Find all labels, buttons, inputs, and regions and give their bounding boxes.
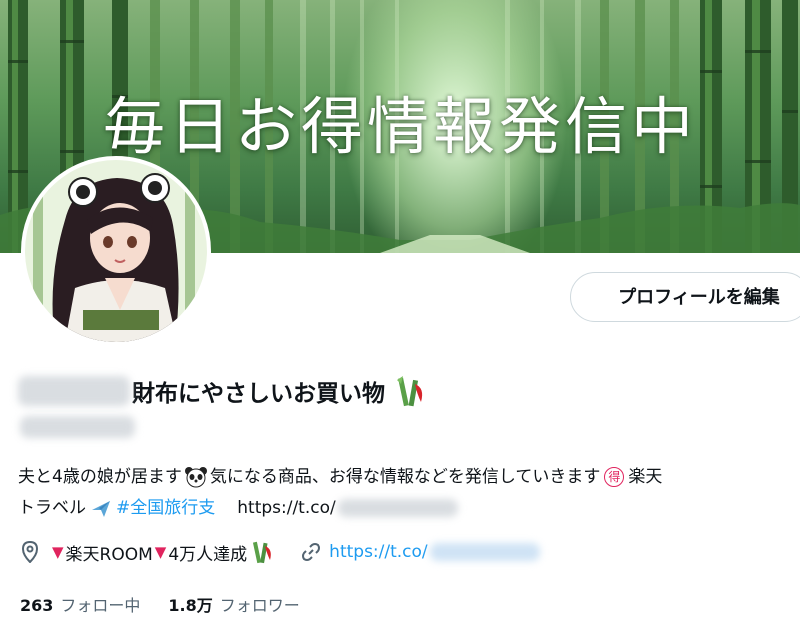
location-pin-icon	[20, 540, 40, 564]
location-text-2: 4万人達成	[168, 544, 248, 565]
profile-bio: 夫と4歳の娘が居ます 気になる商品、お得な情報などを発信していきます 得 楽天 …	[18, 461, 800, 523]
anime-girl-panda-avatar-image	[25, 160, 207, 342]
location-text: 楽天ROOM	[65, 544, 153, 565]
website-link[interactable]: https://t.co/	[329, 542, 427, 562]
heart-icon: ▼	[52, 543, 64, 561]
followers-label: フォロワー	[219, 596, 300, 615]
followers-stat[interactable]: 1.8万 フォロワー	[168, 592, 299, 616]
bio-text-1: 夫と4歳の娘が居ます	[18, 466, 182, 487]
bamboo-emoji-icon	[249, 540, 275, 564]
toku-badge-icon: 得	[604, 466, 625, 487]
bio-text-4: トラベル	[18, 497, 86, 518]
following-stat[interactable]: 263 フォロー中	[20, 592, 140, 616]
profile-meta: ▼ 楽天ROOM ▼ 4万人達成 https://t.co/	[20, 537, 540, 567]
redacted-name-prefix	[18, 376, 130, 406]
bio-line-1: 夫と4歳の娘が居ます 気になる商品、お得な情報などを発信していきます 得 楽天	[18, 461, 800, 492]
panda-emoji-icon	[184, 466, 208, 488]
profile-name: 財布にやさしいお買い物	[18, 372, 429, 410]
redacted-handle	[20, 416, 135, 438]
airplane-emoji-icon	[90, 497, 112, 519]
bamboo-emoji-icon	[393, 374, 429, 408]
bio-line-2: トラベル #全国旅行支 https://t.co/	[18, 492, 800, 523]
bio-url-link[interactable]: https://t.co/	[237, 493, 335, 523]
bio-text-3: 楽天	[628, 466, 663, 487]
following-count: 263	[20, 596, 54, 615]
redacted-website	[429, 543, 540, 561]
banner-title: 毎日お得情報発信中	[102, 90, 697, 163]
followers-count: 1.8万	[168, 596, 213, 615]
redacted-url	[337, 498, 458, 517]
hashtag-link[interactable]: #全国旅行支	[116, 493, 215, 523]
link-icon	[301, 542, 321, 562]
following-label: フォロー中	[60, 596, 141, 615]
follow-stats: 263 フォロー中 1.8万 フォロワー	[20, 591, 300, 617]
heart-icon: ▼	[154, 543, 167, 561]
display-name: 財布にやさしいお買い物	[132, 381, 385, 407]
edit-profile-button[interactable]: プロフィールを編集	[570, 272, 800, 322]
bio-text-2: 気になる商品、お得な情報などを発信していきます	[209, 466, 601, 487]
avatar[interactable]	[21, 156, 211, 346]
